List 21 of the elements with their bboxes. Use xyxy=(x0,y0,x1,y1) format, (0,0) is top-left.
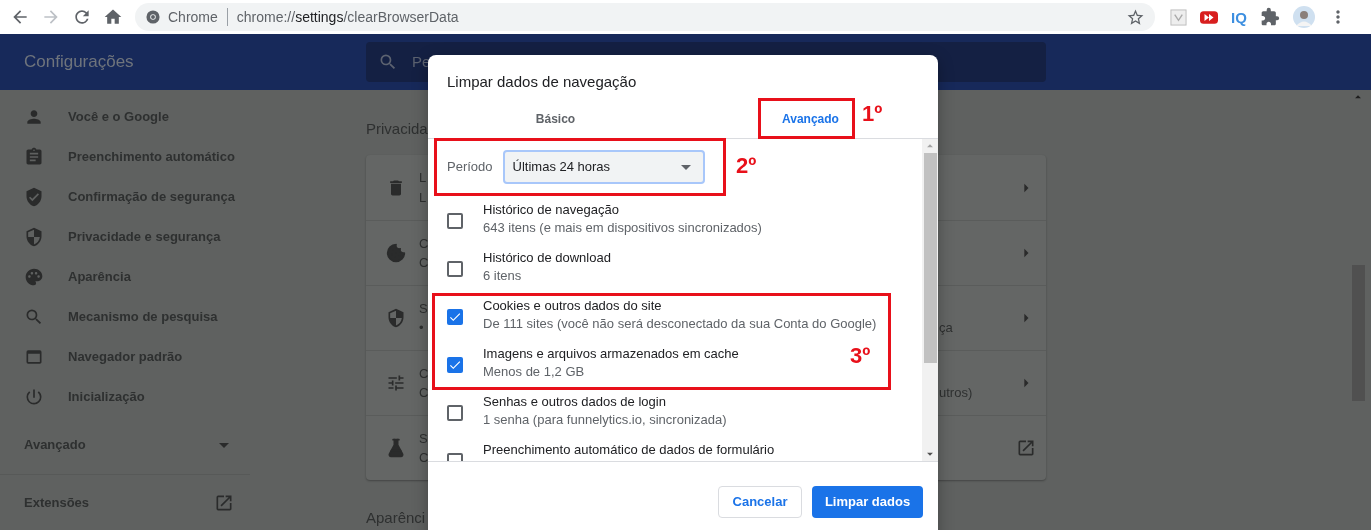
step-number: 3º xyxy=(850,343,871,369)
item-title: Histórico de navegação xyxy=(483,201,620,219)
item-title: Senhas e outros dados de login xyxy=(483,393,667,411)
page-title: Configurações xyxy=(23,51,135,74)
item-subtitle: Menos de 1,2 GB xyxy=(483,363,586,381)
period-label: Período xyxy=(447,158,493,177)
item-title: Cookies e outros dados do site xyxy=(483,297,663,315)
site-label: Chrome xyxy=(168,7,218,27)
item-subtitle: 643 itens (e mais em dispositivos sincronizados) xyxy=(483,219,762,237)
url-text: chrome://settings/clearBrowserData xyxy=(236,7,459,27)
item-title: Histórico de download xyxy=(483,249,611,267)
item-subtitle: 1 senha (para funnelytics.io, sincronizada) xyxy=(483,411,727,429)
search-placeholder: Pe xyxy=(412,51,431,72)
item-title: Preenchimento automático de dados de formulário xyxy=(483,441,775,459)
item-subtitle: De 111 sites (você não será desconectado da sua Conta do Google) xyxy=(483,315,877,333)
step-number: 2º xyxy=(736,153,757,179)
item-title: Imagens e arquivos armazenados em cache xyxy=(483,345,739,363)
row-subtitle: • xyxy=(419,319,424,337)
step-number: 1º xyxy=(862,101,883,127)
item-subtitle: 6 itens xyxy=(483,267,523,285)
dialog-title: Limpar dados de navegação xyxy=(446,72,638,92)
